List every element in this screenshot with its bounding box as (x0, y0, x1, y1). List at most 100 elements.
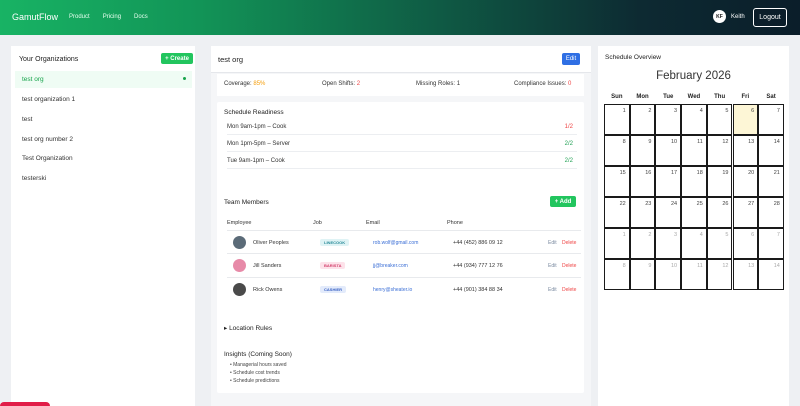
add-member-button[interactable]: + Add (550, 196, 576, 207)
calendar-day-number: 19 (722, 170, 729, 176)
org-item-test[interactable]: test (15, 111, 192, 128)
employee-email[interactable]: rob.wolf@gmail.com (373, 240, 418, 246)
readiness-label: Tue 9am-1pm – Cook (227, 157, 285, 164)
calendar-day[interactable]: 24 (655, 197, 682, 228)
calendar-day[interactable]: 27 (732, 197, 759, 228)
calendar-day[interactable]: 18 (681, 166, 707, 197)
delete-member-button[interactable]: Delete (562, 240, 576, 246)
org-item-test-org[interactable]: test org (15, 71, 192, 88)
edit-organization-button[interactable]: Edit (562, 53, 580, 65)
list-item: • Managerial hours saved (230, 362, 287, 368)
calendar-day[interactable]: 10 (655, 259, 682, 290)
nav-docs[interactable]: Docs (134, 14, 148, 20)
calendar-day-number: 18 (696, 170, 703, 176)
calendar-day-number: 25 (696, 201, 703, 207)
calendar-day-number: 14 (773, 139, 780, 145)
calendar-day[interactable]: 13 (732, 135, 759, 166)
calendar-day[interactable]: 5 (706, 228, 733, 259)
calendar-day-number: 12 (722, 263, 729, 269)
readiness-row: Mon 9am-1pm – Cook 1/2 (227, 119, 577, 135)
org-item-test-organization[interactable]: Test Organization (15, 150, 192, 167)
readiness-row: Tue 9am-1pm – Cook 2/2 (227, 153, 577, 169)
calendar-day-number: 2 (648, 232, 652, 238)
calendar-day[interactable]: 25 (681, 197, 707, 228)
open-shifts-stat: Open Shifts: 2 (322, 81, 361, 87)
calendar-day[interactable]: 2 (629, 228, 656, 259)
calendar-day[interactable]: 3 (655, 104, 682, 135)
calendar-day[interactable]: 10 (655, 135, 682, 166)
calendar-day-number: 3 (674, 108, 678, 114)
calendar-day-number: 22 (619, 201, 626, 207)
avatar (233, 236, 246, 249)
calendar-day-number: 6 (751, 232, 755, 238)
calendar-day[interactable]: 5 (706, 104, 733, 135)
calendar-day[interactable]: 4 (681, 228, 707, 259)
calendar-day[interactable]: 11 (681, 135, 707, 166)
org-label: Test Organization (22, 155, 73, 162)
employee-name: Jill Sanders (253, 263, 282, 269)
calendar-day-number: 9 (648, 263, 652, 269)
calendar-day[interactable]: 4 (681, 104, 707, 135)
calendar-day[interactable]: 19 (706, 166, 733, 197)
org-item-testerski[interactable]: testerski (15, 170, 192, 187)
calendar-day[interactable]: 3 (655, 228, 682, 259)
calendar-day[interactable]: 20 (732, 166, 759, 197)
calendar-day[interactable]: 6 (732, 228, 759, 259)
calendar-day-number: 13 (748, 263, 755, 269)
calendar-day[interactable]: 28 (758, 197, 784, 228)
create-organization-button[interactable]: + Create (161, 53, 193, 64)
edit-member-button[interactable]: Edit (548, 287, 557, 293)
calendar-day[interactable]: 8 (604, 259, 630, 290)
org-item-test-org-number-2[interactable]: test org number 2 (15, 131, 192, 148)
calendar-day[interactable]: 17 (655, 166, 682, 197)
calendar-day[interactable]: 7 (758, 104, 784, 135)
edit-member-button[interactable]: Edit (548, 240, 557, 246)
location-rules-card[interactable]: ▸ Location Rules (217, 316, 584, 338)
user-menu[interactable]: KF Keith (713, 10, 745, 23)
calendar-day[interactable]: 9 (629, 259, 656, 290)
calendar-day[interactable]: 1 (604, 104, 630, 135)
status-badge[interactable] (0, 402, 50, 406)
readiness-row: Mon 1pm-5pm – Server 2/2 (227, 136, 577, 152)
avatar (233, 283, 246, 296)
calendar-day[interactable]: 12 (706, 135, 733, 166)
calendar-day-number: 28 (773, 201, 780, 207)
edit-member-button[interactable]: Edit (548, 263, 557, 269)
org-item-test-organization-1[interactable]: test organization 1 (15, 91, 192, 108)
calendar-day[interactable]: 12 (706, 259, 733, 290)
calendar-day[interactable]: 7 (758, 228, 784, 259)
calendar-day-number: 2 (648, 108, 652, 114)
calendar-day[interactable]: 26 (706, 197, 733, 228)
calendar-day[interactable]: 6 (732, 104, 759, 135)
calendar-day[interactable]: 11 (681, 259, 707, 290)
calendar-day[interactable]: 15 (604, 166, 630, 197)
calendar-day[interactable]: 1 (604, 228, 630, 259)
location-rules-toggle[interactable]: ▸ Location Rules (224, 324, 272, 332)
schedule-overview-panel: Schedule Overview February 2026 Sun Mon Tu… (598, 46, 789, 406)
brand-logo[interactable]: GamutFlow (12, 12, 58, 22)
calendar-day[interactable]: 21 (758, 166, 784, 197)
employee-email[interactable]: henry@sheater.io (373, 287, 412, 293)
calendar-day-number: 11 (697, 139, 703, 145)
calendar-day-number: 6 (751, 108, 755, 114)
nav-product[interactable]: Product (69, 14, 90, 20)
employee-email[interactable]: jj@breaker.com (373, 263, 408, 269)
nav-pricing[interactable]: Pricing (103, 14, 121, 20)
org-label: test org (22, 76, 44, 83)
delete-member-button[interactable]: Delete (562, 263, 576, 269)
calendar-day[interactable]: 14 (758, 259, 784, 290)
weekday-header: Sun (611, 94, 623, 100)
calendar-day[interactable]: 14 (758, 135, 784, 166)
organizations-title: Your Organizations (19, 56, 79, 63)
calendar-day[interactable]: 13 (732, 259, 759, 290)
calendar-day[interactable]: 8 (604, 135, 630, 166)
delete-member-button[interactable]: Delete (562, 287, 576, 293)
calendar-day[interactable]: 2 (629, 104, 656, 135)
calendar-day[interactable]: 16 (629, 166, 656, 197)
logout-button[interactable]: Logout (753, 8, 787, 27)
avatar: KF (713, 10, 726, 23)
calendar-day[interactable]: 23 (629, 197, 656, 228)
calendar-day-number: 10 (670, 139, 678, 145)
calendar-day[interactable]: 9 (629, 135, 656, 166)
calendar-day[interactable]: 22 (604, 197, 630, 228)
